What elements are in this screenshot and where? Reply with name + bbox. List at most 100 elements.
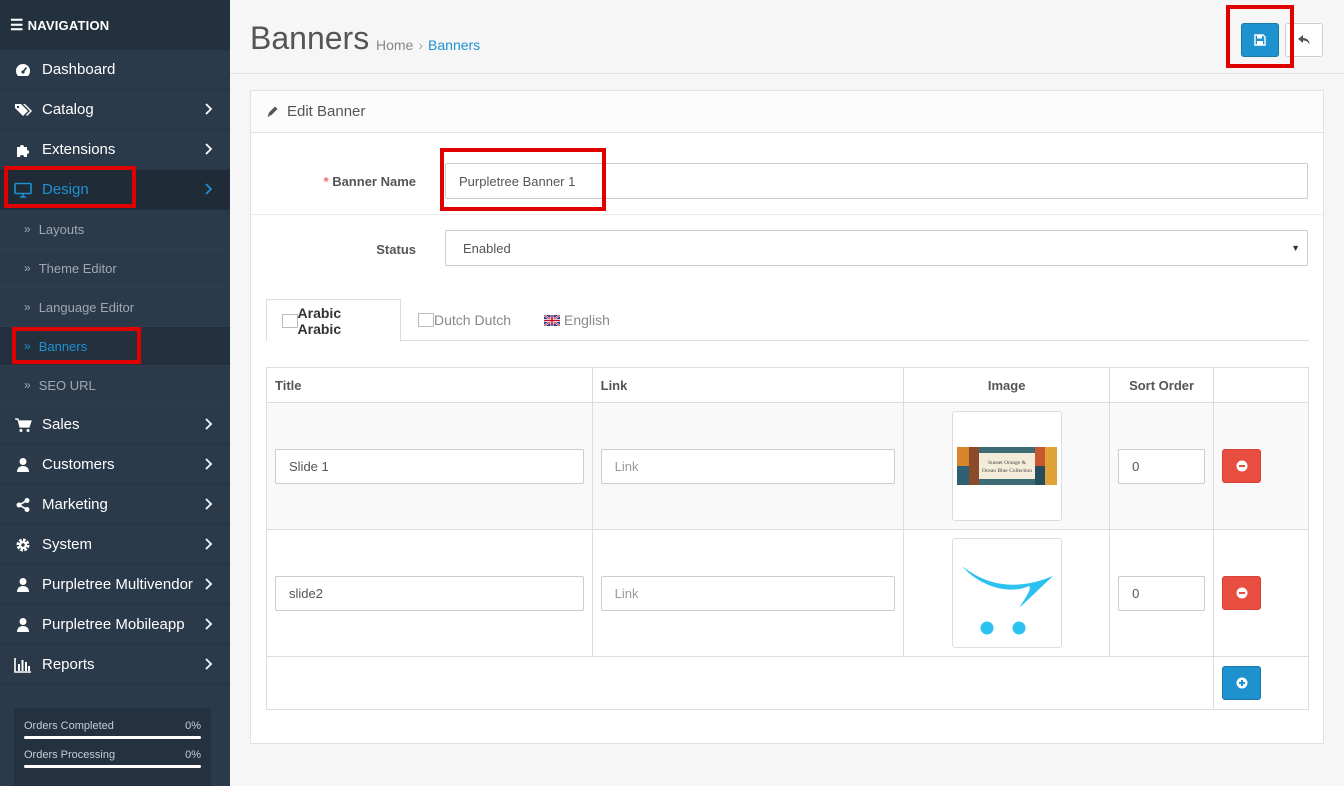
panel-heading: Edit Banner xyxy=(251,91,1323,133)
dashboard-icon xyxy=(14,62,32,78)
sidebar-item-system[interactable]: System xyxy=(0,525,230,565)
sidebar-item-dashboard[interactable]: Dashboard xyxy=(0,50,230,90)
double-chevron-icon: » xyxy=(24,339,31,353)
monitor-icon xyxy=(14,182,32,198)
title-input[interactable]: Slide 1 xyxy=(275,448,584,484)
sort-order-input[interactable]: 0 xyxy=(1118,448,1206,484)
chevron-right-icon xyxy=(205,618,213,630)
banner-name-label-text: Banner Name xyxy=(332,174,416,189)
gear-icon xyxy=(14,537,32,553)
status-label: Status xyxy=(376,242,416,257)
user-icon xyxy=(14,617,32,633)
double-chevron-icon: » xyxy=(24,261,31,275)
sidebar-item-extensions[interactable]: Extensions xyxy=(0,130,230,170)
breadcrumb-separator: › xyxy=(418,37,424,53)
share-icon xyxy=(14,497,32,513)
user-icon xyxy=(14,577,32,593)
column-header-sort-order: Sort Order xyxy=(1109,367,1215,403)
remove-row-button[interactable] xyxy=(1222,576,1262,610)
tab-dutch[interactable]: Dutch Dutch xyxy=(403,299,526,341)
cell-title: slide2 xyxy=(266,529,593,657)
link-input[interactable]: Link xyxy=(600,575,896,611)
stat-value: 0% xyxy=(185,720,201,732)
chevron-right-icon xyxy=(205,418,213,430)
order-stats: Orders Completed 0% Orders Processing 0% xyxy=(14,708,211,786)
breadcrumb-home[interactable]: Home xyxy=(376,37,413,53)
sidebar-item-purpletree-multivendor[interactable]: Purpletree Multivendor xyxy=(0,565,230,605)
navigation-header[interactable]: ☰ NAVIGATION xyxy=(0,0,230,50)
stat-orders-processing: Orders Processing 0% xyxy=(24,749,201,768)
user-icon xyxy=(14,457,32,473)
tags-icon xyxy=(14,102,32,118)
flag-icon xyxy=(282,313,298,328)
banner-image-thumbnail[interactable]: Sunset Orange & Ocean Blue Collection xyxy=(951,411,1062,521)
cell-sort-order: 0 xyxy=(1109,402,1215,530)
caret-down-icon: ▼ xyxy=(1291,243,1300,253)
back-button[interactable] xyxy=(1285,23,1323,57)
chevron-right-icon xyxy=(205,103,213,115)
minus-circle-icon xyxy=(1236,460,1248,472)
sidebar-item-design[interactable]: Design xyxy=(0,170,230,210)
stat-label: Orders Completed xyxy=(24,720,114,732)
tab-english[interactable]: English xyxy=(529,299,625,341)
chevron-right-icon xyxy=(205,578,213,590)
sidebar-item-reports[interactable]: Reports xyxy=(0,645,230,685)
sidebar-item-customers[interactable]: Customers xyxy=(0,445,230,485)
breadcrumb-banners[interactable]: Banners xyxy=(428,37,480,53)
title-input[interactable]: slide2 xyxy=(275,575,584,611)
table-row: Slide 1 Link Sunset Orange & Ocean Blue … xyxy=(266,402,1309,530)
tab-label: English xyxy=(564,312,610,328)
sidebar-item-label: Marketing xyxy=(42,496,108,513)
save-icon xyxy=(1254,34,1266,46)
column-header-action xyxy=(1213,367,1309,403)
sidebar-item-sales[interactable]: Sales xyxy=(0,405,230,445)
sidebar-item-purpletree-mobileapp[interactable]: Purpletree Mobileapp xyxy=(0,605,230,645)
banner-name-label: * Banner Name xyxy=(251,174,417,189)
puzzle-icon xyxy=(14,142,32,158)
sidebar-item-label: Purpletree Multivendor xyxy=(42,576,193,593)
banner-name-input[interactable]: Purpletree Banner 1 xyxy=(445,163,1308,199)
sidebar-subitem-theme-editor[interactable]: » Theme Editor xyxy=(0,249,230,288)
double-chevron-icon: » xyxy=(24,378,31,392)
sidebar-subitem-label: Language Editor xyxy=(38,299,135,315)
sidebar-subitem-layouts[interactable]: » Layouts xyxy=(0,210,230,249)
bar-chart-icon xyxy=(14,657,32,673)
add-row-button[interactable] xyxy=(1222,666,1262,700)
banner-image-thumbnail[interactable] xyxy=(951,538,1062,648)
sidebar-item-catalog[interactable]: Catalog xyxy=(0,90,230,130)
sidebar-subitem-label: Theme Editor xyxy=(38,260,117,276)
sidebar-subitem-label: Banners xyxy=(38,338,88,354)
table-header-row: Title Link Image Sort Order xyxy=(266,367,1309,403)
cell-link: Link xyxy=(591,529,905,657)
tab-label: Dutch Dutch xyxy=(434,312,512,328)
sidebar-subitem-banners[interactable]: » Banners xyxy=(0,327,230,366)
sidebar-item-label: Catalog xyxy=(42,101,94,118)
banner-image-collage: Sunset Orange & Ocean Blue Collection xyxy=(956,447,1057,485)
cell-action xyxy=(1213,529,1309,657)
sidebar-item-marketing[interactable]: Marketing xyxy=(0,485,230,525)
link-input[interactable]: Link xyxy=(600,448,896,484)
chevron-right-icon xyxy=(205,143,213,155)
form-row-status: Status Enabled ▼ xyxy=(251,215,1323,299)
page-header: Banners Home › Banners xyxy=(230,0,1344,74)
progress-bar xyxy=(24,736,201,739)
column-header-title: Title xyxy=(266,367,593,403)
sidebar-item-label: Extensions xyxy=(42,141,116,158)
sidebar-subitem-label: SEO URL xyxy=(38,377,96,393)
tab-arabic[interactable]: Arabic Arabic xyxy=(266,299,401,342)
sort-order-input[interactable]: 0 xyxy=(1118,575,1206,611)
uk-flag-icon xyxy=(544,314,560,326)
sidebar-subitem-language-editor[interactable]: » Language Editor xyxy=(0,288,230,327)
cell-action xyxy=(1213,656,1309,710)
reply-icon xyxy=(1298,35,1310,45)
breadcrumb: Home › Banners xyxy=(376,37,480,53)
double-chevron-icon: » xyxy=(24,300,31,314)
sidebar-subitem-seo-url[interactable]: » SEO URL xyxy=(0,366,230,405)
svg-text:Ocean Blue Collection: Ocean Blue Collection xyxy=(982,468,1032,474)
save-button[interactable] xyxy=(1241,23,1279,57)
cell-sort-order: 0 xyxy=(1109,529,1215,657)
remove-row-button[interactable] xyxy=(1222,449,1262,483)
sidebar-item-label: Purpletree Mobileapp xyxy=(42,616,185,633)
status-select[interactable]: Enabled ▼ xyxy=(445,230,1308,266)
table-row: slide2 Link 0 xyxy=(266,529,1309,657)
